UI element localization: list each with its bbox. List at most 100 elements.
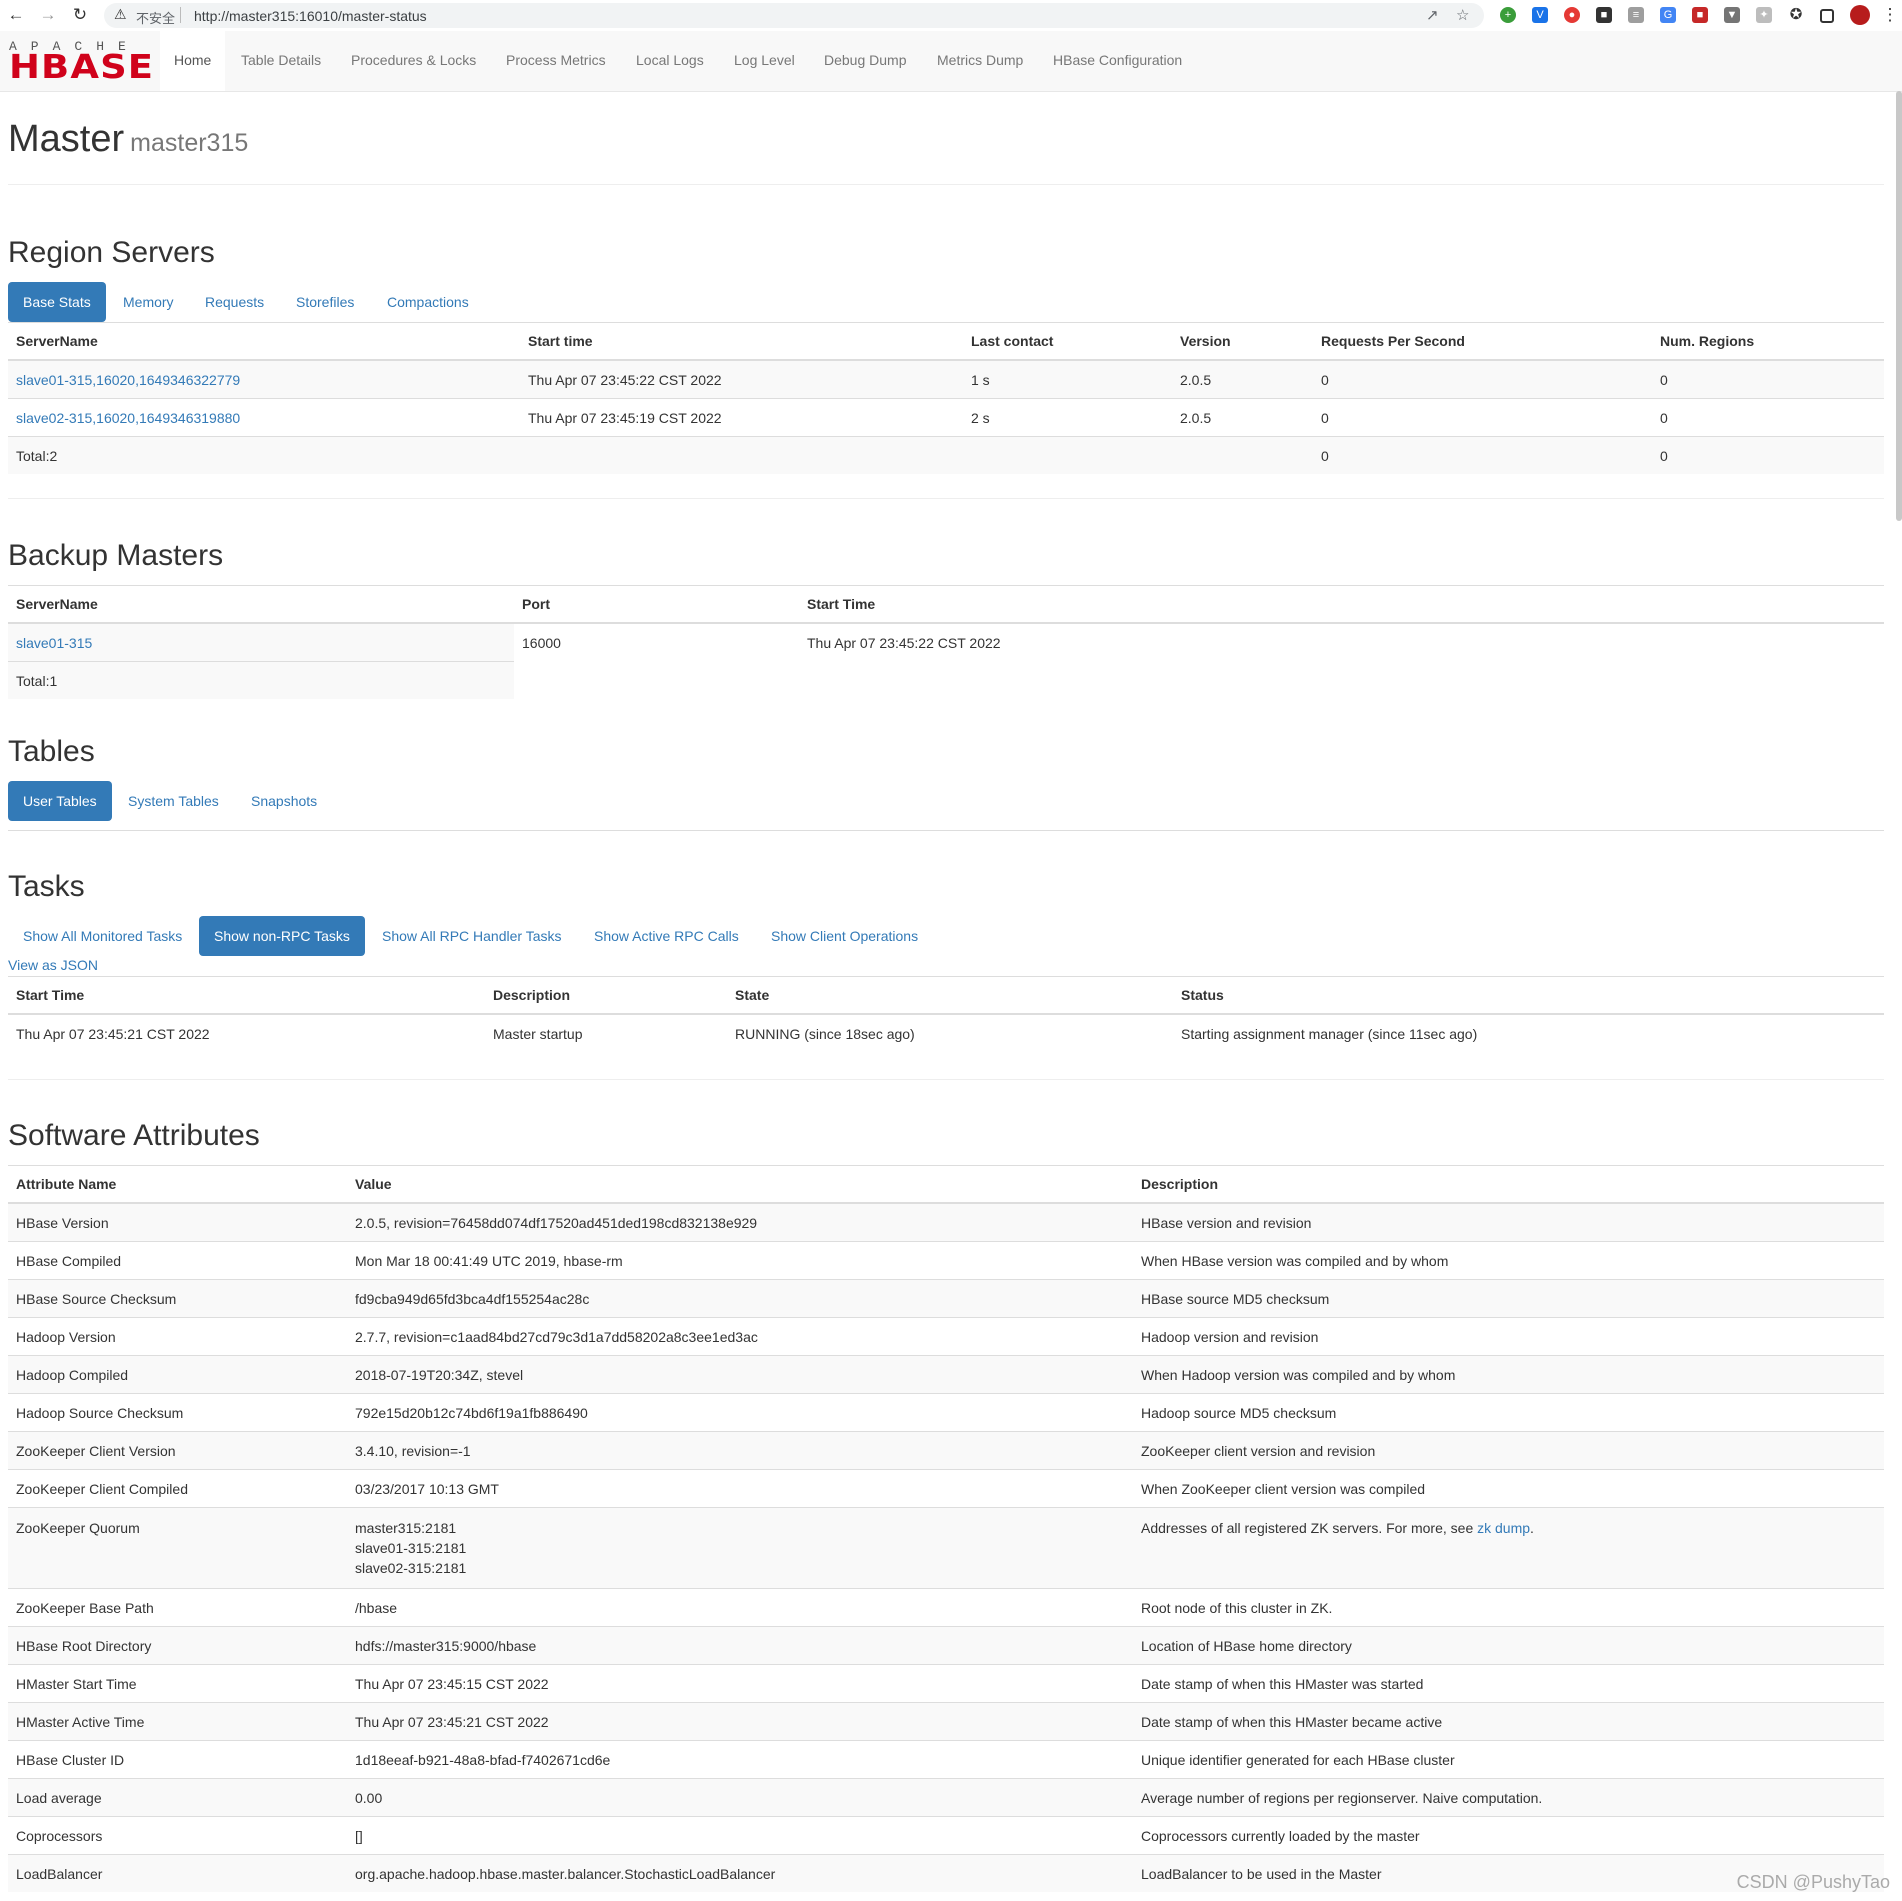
attribute-description: Root node of this cluster in ZK. <box>1133 1588 1884 1627</box>
attribute-name: HBase Compiled <box>8 1241 347 1280</box>
attribute-name: HMaster Start Time <box>8 1664 347 1703</box>
tables-heading: Tables <box>8 735 95 768</box>
hbase-logo[interactable]: APACHE HBASE <box>9 39 153 86</box>
attribute-name: Hadoop Compiled <box>8 1355 347 1394</box>
hbase-navbar: APACHE HBASE Home Table Details Procedur… <box>0 31 1902 92</box>
extension-vue-icon[interactable]: ▼ <box>1724 7 1740 23</box>
extension-bird-icon[interactable]: ✦ <box>1756 7 1772 23</box>
back-icon[interactable]: ← <box>6 5 26 25</box>
bookmark-star-icon[interactable]: ☆ <box>1456 6 1469 24</box>
tab-all-monitored-tasks[interactable]: Show All Monitored Tasks <box>8 916 197 956</box>
nav-debug-dump[interactable]: Debug Dump <box>824 52 907 68</box>
attribute-description: When HBase version was compiled and by w… <box>1133 1241 1884 1280</box>
browser-toolbar: ← → ↻ ⚠ 不安全 http://master315:16010/maste… <box>0 0 1902 32</box>
nav-metrics-dump[interactable]: Metrics Dump <box>937 52 1023 68</box>
forward-icon[interactable]: → <box>38 5 58 25</box>
table-row: HBase Version 2.0.5, revision=76458dd074d… <box>8 1202 1884 1242</box>
table-row: ZooKeeper Quorum master315:2181 slave01-… <box>8 1507 1884 1589</box>
port-cell: 16000 <box>514 622 799 662</box>
nav-hbase-configuration[interactable]: HBase Configuration <box>1053 52 1182 68</box>
total-row: Total:2 0 0 <box>8 436 1884 474</box>
view-as-json-link[interactable]: View as JSON <box>8 957 98 973</box>
divider <box>8 1079 1884 1080</box>
warning-icon: ⚠ <box>114 6 127 22</box>
extension-stop-icon[interactable]: ● <box>1564 7 1580 23</box>
quorum-server: master315:2181 <box>355 1520 457 1536</box>
server-link[interactable]: slave01-315,16020,1649346322779 <box>16 372 240 388</box>
last-contact-cell: 1 s <box>963 359 1172 399</box>
backup-masters-table: ServerName Port Start Time slave01-315 1… <box>8 585 1884 699</box>
tab-rpc-handler-tasks[interactable]: Show All RPC Handler Tasks <box>367 916 576 956</box>
divider <box>180 7 181 23</box>
table-row: Load average 0.00 Average number of region… <box>8 1778 1884 1817</box>
tasks-heading: Tasks <box>8 870 85 903</box>
tab-user-tables[interactable]: User Tables <box>8 781 112 821</box>
nav-home[interactable]: Home <box>174 52 211 68</box>
extension-red-icon[interactable]: ■ <box>1692 7 1708 23</box>
attribute-description: ZooKeeper client version and revision <box>1133 1431 1884 1470</box>
extension-v-icon[interactable]: V <box>1532 7 1548 23</box>
attribute-value: Mon Mar 18 00:41:49 UTC 2019, hbase-rm <box>347 1241 1133 1280</box>
quorum-server: slave01-315:2181 <box>355 1540 467 1556</box>
attribute-name: ZooKeeper Base Path <box>8 1588 347 1627</box>
table-row: HMaster Start Time Thu Apr 07 23:45:15 CS… <box>8 1664 1884 1703</box>
translate-icon[interactable]: G <box>1660 7 1676 23</box>
tab-requests[interactable]: Requests <box>190 282 279 322</box>
tab-memory[interactable]: Memory <box>108 282 189 322</box>
column-header: Start time <box>520 322 963 361</box>
puzzle-icon[interactable]: ✪ <box>1788 7 1804 23</box>
table-row: slave02-315,16020,1649346319880 Thu Apr … <box>8 398 1884 437</box>
attribute-name: HBase Source Checksum <box>8 1279 347 1318</box>
tab-non-rpc-tasks[interactable]: Show non-RPC Tasks <box>199 916 365 956</box>
task-status: Starting assignment manager (since 11sec… <box>1173 1013 1884 1052</box>
tab-compactions[interactable]: Compactions <box>372 282 484 322</box>
version-cell: 2.0.5 <box>1172 398 1313 437</box>
attribute-description: Date stamp of when this HMaster was star… <box>1133 1664 1884 1703</box>
table-row: Thu Apr 07 23:45:21 CST 2022 Master star… <box>8 1013 1884 1052</box>
column-header: Last contact <box>963 322 1172 361</box>
tab-snapshots[interactable]: Snapshots <box>236 781 332 821</box>
url-text[interactable]: http://master315:16010/master-status <box>194 8 427 24</box>
zk-dump-link[interactable]: zk dump <box>1477 1520 1530 1536</box>
nav-procedures-locks[interactable]: Procedures & Locks <box>351 52 476 68</box>
avatar[interactable] <box>1850 5 1870 25</box>
rps-cell: 0 <box>1313 398 1652 437</box>
nav-table-details[interactable]: Table Details <box>241 52 321 68</box>
tab-storefiles[interactable]: Storefiles <box>281 282 369 322</box>
regions-cell: 0 <box>1652 398 1884 437</box>
reload-icon[interactable]: ↻ <box>70 5 90 25</box>
total-label: Total:2 <box>8 436 520 474</box>
extension-game-icon[interactable]: ■ <box>1596 7 1612 23</box>
table-row: ZooKeeper Client Compiled 03/23/2017 10:1… <box>8 1469 1884 1508</box>
attribute-value: 1d18eeaf-b921-48a8-bfad-f7402671cd6e <box>347 1740 1133 1779</box>
column-header: Status <box>1173 976 1884 1015</box>
extension-bars-icon[interactable]: ≡ <box>1628 7 1644 23</box>
table-row: HBase Compiled Mon Mar 18 00:41:49 UTC 20… <box>8 1241 1884 1280</box>
tab-client-operations[interactable]: Show Client Operations <box>756 916 933 956</box>
region-servers-heading: Region Servers <box>8 236 215 269</box>
total-rps: 0 <box>1313 436 1652 474</box>
nav-process-metrics[interactable]: Process Metrics <box>506 52 606 68</box>
address-bar[interactable]: ⚠ 不安全 http://master315:16010/master-stat… <box>104 3 1484 28</box>
attribute-description: HBase source MD5 checksum <box>1133 1279 1884 1318</box>
nav-log-level[interactable]: Log Level <box>734 52 795 68</box>
nav-local-logs[interactable]: Local Logs <box>636 52 704 68</box>
task-description: Master startup <box>485 1013 727 1052</box>
column-header: Attribute Name <box>8 1165 347 1204</box>
share-icon[interactable]: ↗ <box>1426 6 1439 24</box>
page-scrollbar[interactable] <box>1896 91 1902 521</box>
extension-plus-icon[interactable]: + <box>1500 7 1516 23</box>
regions-cell: 0 <box>1652 359 1884 399</box>
sidebar-icon[interactable] <box>1820 9 1834 23</box>
attribute-name: ZooKeeper Client Version <box>8 1431 347 1470</box>
attribute-description: HBase version and revision <box>1133 1202 1884 1242</box>
backup-master-link[interactable]: slave01-315 <box>16 635 92 651</box>
attribute-value: Thu Apr 07 23:45:15 CST 2022 <box>347 1664 1133 1703</box>
tab-active-rpc-calls[interactable]: Show Active RPC Calls <box>579 916 754 956</box>
server-link[interactable]: slave02-315,16020,1649346319880 <box>16 410 240 426</box>
task-state: RUNNING (since 18sec ago) <box>727 1013 1173 1052</box>
menu-dots-icon[interactable]: ⋮ <box>1880 5 1900 25</box>
attribute-description: Coprocessors currently loaded by the mas… <box>1133 1816 1884 1855</box>
tab-system-tables[interactable]: System Tables <box>113 781 234 821</box>
tab-base-stats[interactable]: Base Stats <box>8 282 106 322</box>
